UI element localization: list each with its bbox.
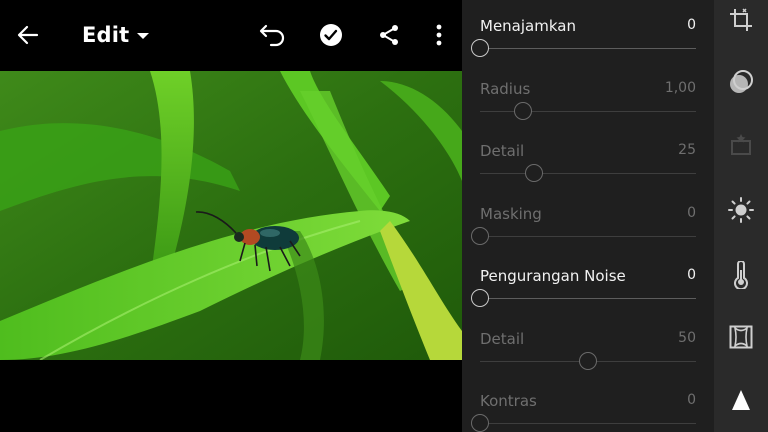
color-temperature-icon[interactable] (725, 259, 757, 291)
bottom-area (0, 360, 462, 432)
tool-strip (714, 0, 768, 432)
slider-label: Detail (480, 142, 525, 160)
crop-icon[interactable] (725, 4, 757, 36)
slider-detail[interactable]: Detail 25 (480, 126, 696, 188)
slider-value: 0 (687, 17, 696, 33)
slider-radius[interactable]: Radius 1,00 (480, 64, 696, 126)
caret-down-icon (137, 33, 150, 39)
slider-value: 25 (678, 142, 696, 158)
slider-thumb[interactable] (471, 39, 489, 57)
slider-label: Menajamkan (480, 17, 576, 35)
slider-track[interactable] (480, 110, 696, 112)
slider-track[interactable] (480, 235, 696, 237)
slider-label: Pengurangan Noise (480, 267, 626, 285)
slider-masking[interactable]: Masking 0 (471, 189, 696, 251)
profile-icon[interactable] (725, 66, 757, 98)
slider-thumb[interactable] (514, 101, 533, 120)
slider-value: 0 (687, 267, 696, 283)
slider-detail[interactable]: Detail 50 (480, 314, 696, 376)
slider-track[interactable] (480, 173, 696, 174)
undo-icon[interactable] (255, 17, 291, 53)
slider-label: Detail (480, 329, 525, 348)
slider-track[interactable] (480, 298, 696, 299)
slider-thumb[interactable] (471, 226, 489, 245)
slider-label: Kontras (480, 392, 537, 410)
slider-thumb[interactable] (471, 289, 489, 307)
slider-track[interactable] (480, 48, 696, 49)
photo-image (0, 71, 462, 360)
photo-preview[interactable] (0, 71, 462, 360)
slider-value: 0 (687, 204, 696, 221)
slider-value: 0 (687, 392, 696, 408)
slider-thumb[interactable] (471, 414, 489, 432)
slider-track[interactable] (480, 423, 696, 424)
slider-thumb[interactable] (579, 351, 597, 370)
back-arrow-icon[interactable] (10, 17, 46, 53)
done-check-icon[interactable] (313, 17, 349, 53)
detail-icon[interactable] (725, 384, 757, 416)
top-toolbar: Edit (0, 0, 462, 70)
slider-value: 50 (678, 329, 696, 346)
slider-menajamkan[interactable]: Menajamkan 0 (471, 1, 696, 63)
slider-kontras[interactable]: Kontras 0 (471, 376, 696, 432)
light-icon[interactable] (725, 194, 757, 226)
vignette-icon[interactable] (725, 321, 757, 353)
slider-pengurangan-noise[interactable]: Pengurangan Noise 0 (471, 251, 696, 313)
share-icon[interactable] (371, 17, 407, 53)
auto-icon (725, 129, 757, 161)
slider-label: Masking (480, 204, 542, 223)
slider-label: Radius (480, 79, 531, 98)
more-options-icon[interactable] (421, 17, 457, 53)
edit-mode-dropdown[interactable]: Edit (82, 20, 150, 50)
detail-panel: Menajamkan 0 Radius 1,00 Detail 25 Masking 0 Pen… (462, 0, 714, 432)
slider-value: 1,00 (664, 79, 696, 96)
edit-mode-label: Edit (82, 23, 130, 47)
slider-thumb[interactable] (525, 164, 543, 182)
